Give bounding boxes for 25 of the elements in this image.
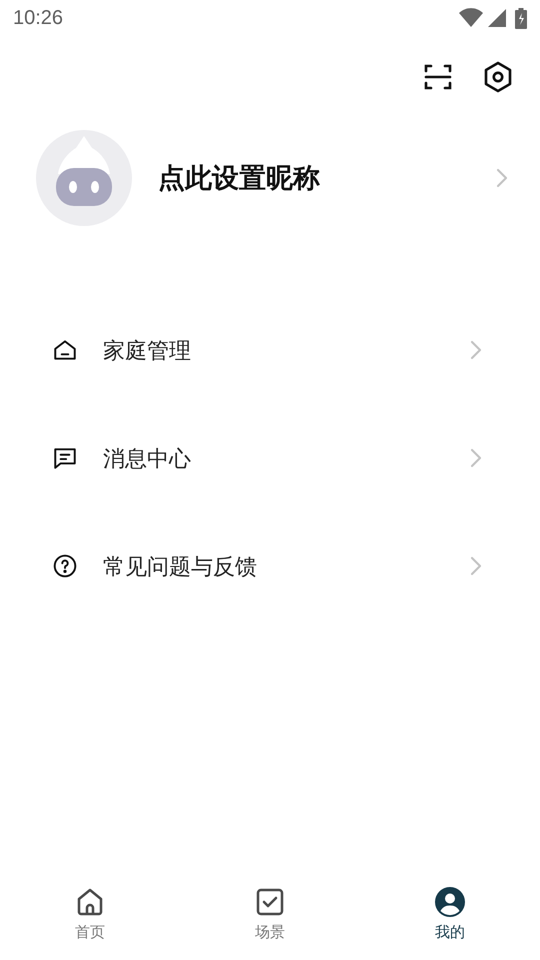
help-icon [52, 553, 78, 579]
nav-tab[interactable]: 我的 [360, 886, 540, 956]
menu-label: 常见问题与反馈 [103, 552, 258, 580]
nav-tab[interactable]: 首页 [0, 886, 180, 956]
chevron-right-icon [470, 340, 482, 360]
battery-icon [515, 8, 527, 28]
chevron-right-icon [470, 556, 482, 576]
user-icon [434, 886, 466, 918]
profile-row[interactable]: 点此设置昵称 [0, 130, 540, 226]
nickname-prompt: 点此设置昵称 [158, 162, 321, 195]
status-time: 10:26 [13, 6, 64, 31]
settings-button[interactable] [482, 61, 514, 93]
nav-tab[interactable]: 场景 [180, 886, 360, 956]
settings-icon [483, 61, 513, 93]
menu-item[interactable]: 常见问题与反馈 [0, 512, 540, 620]
menu-item[interactable]: 消息中心 [0, 404, 540, 512]
scan-icon [424, 63, 452, 91]
wifi-icon [459, 8, 483, 28]
checkbox-icon [254, 886, 286, 918]
signal-icon [487, 8, 507, 28]
chevron-right-icon [470, 448, 482, 468]
menu-label: 消息中心 [103, 444, 192, 472]
menu-label: 家庭管理 [103, 336, 192, 364]
menu-item[interactable]: 家庭管理 [0, 296, 540, 404]
chevron-right-icon [496, 168, 508, 188]
